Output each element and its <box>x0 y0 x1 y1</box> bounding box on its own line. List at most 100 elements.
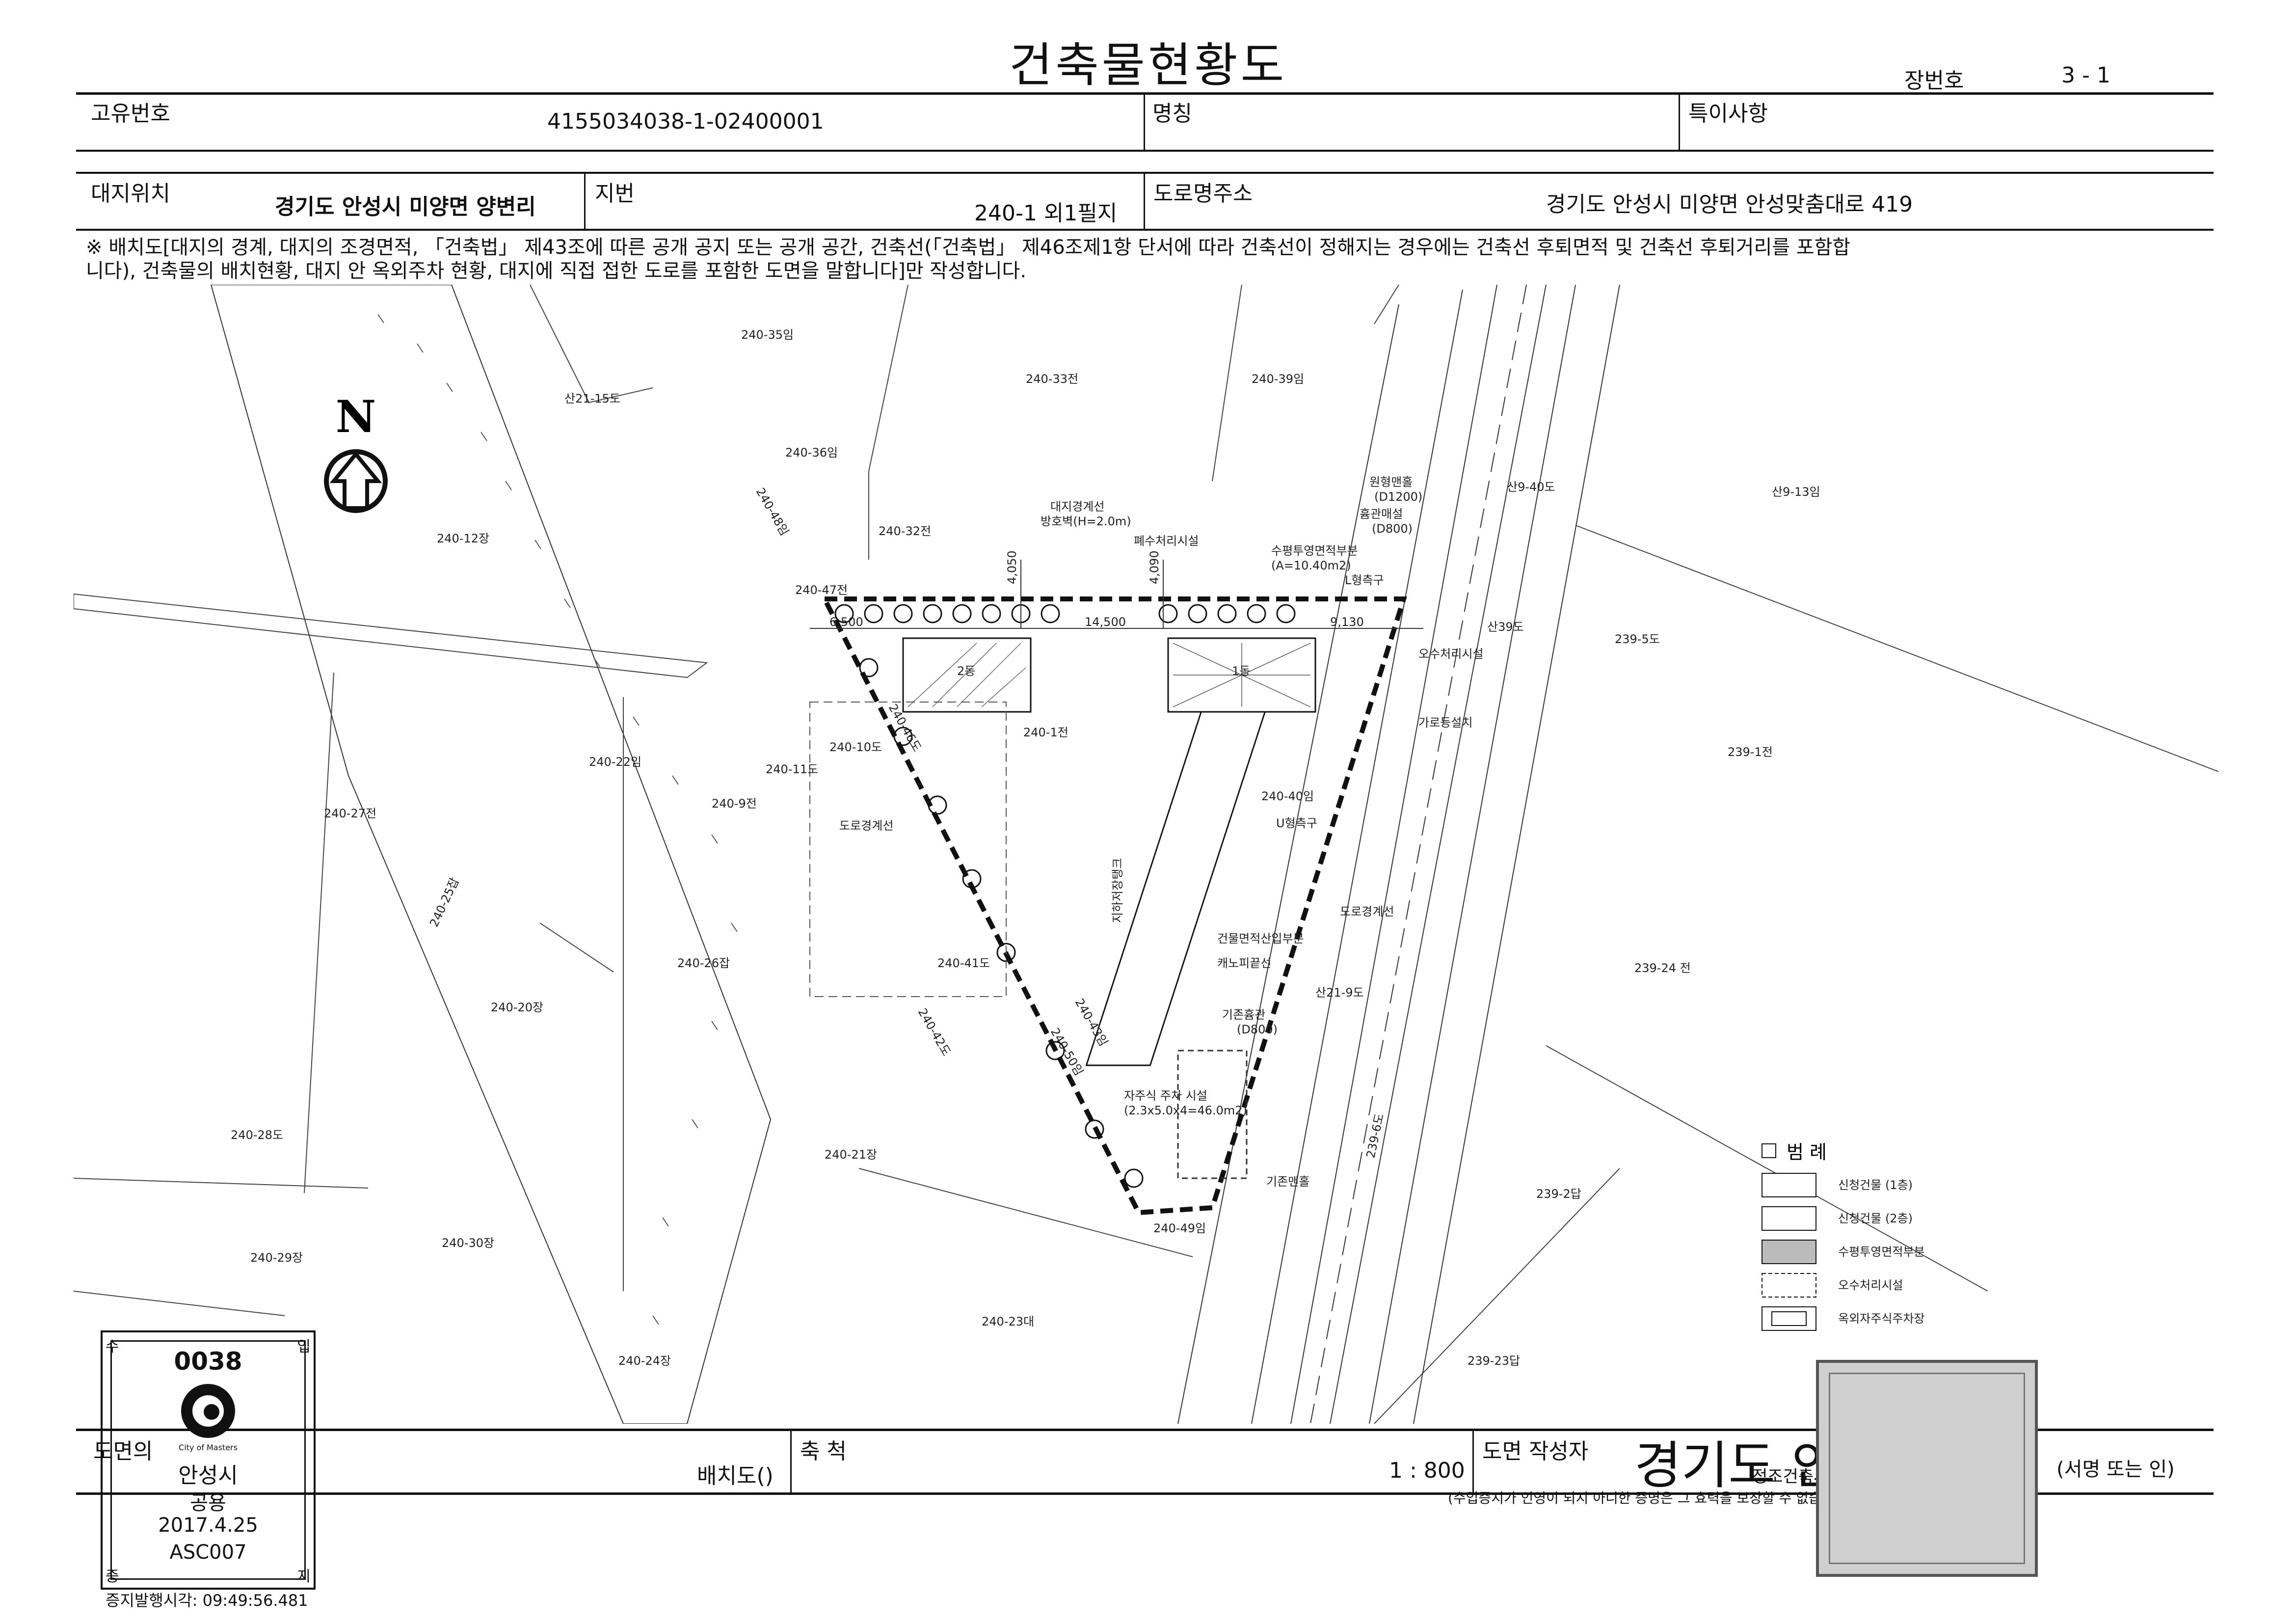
annotation-label: (D800) <box>1237 1023 1278 1036</box>
annotation-label: 수평투영면적부분 <box>1271 544 1358 558</box>
parcel-label: 240-20장 <box>491 1001 543 1014</box>
drawing-type-value: 배치도() <box>697 1463 774 1489</box>
dimension-label: 6,500 <box>829 615 863 629</box>
legend-label: 신청건물 (1층) <box>1838 1178 1913 1192</box>
city-logo-icon <box>181 1384 235 1438</box>
parcel-label: 239-1전 <box>1728 745 1773 759</box>
legend-item: 수평투영면적부분 <box>1762 1240 1925 1264</box>
parcel-label: 240-39임 <box>1252 372 1304 386</box>
stamp-corner: 증 <box>106 1568 119 1585</box>
legend: 범 례 신청건물 (1층) 신청건물 (2층) 수평투영면적부분 오수처리시설 … <box>1762 1141 1925 1331</box>
annotation-label: 자주식 주차 시설 <box>1124 1089 1207 1103</box>
legend-title: 범 례 <box>1787 1141 1827 1163</box>
parcel-label: 산21-9도 <box>1315 986 1364 1000</box>
parcel-label: 산39도 <box>1487 620 1524 634</box>
scale-value: 1 : 800 <box>1389 1458 1465 1483</box>
annotation-label: (D800) <box>1372 522 1413 536</box>
parcel-label: 240-10도 <box>829 740 882 754</box>
parcel-label: 240-48임 <box>753 486 792 538</box>
parcel-label: 239-2답 <box>1536 1187 1581 1201</box>
scale-label: 축 척 <box>800 1439 847 1464</box>
slope-hatching <box>377 314 738 1325</box>
road-centerline <box>1310 285 1527 1424</box>
parcel-label: 240-12장 <box>437 532 489 545</box>
official-seal-border <box>1829 1373 2025 1564</box>
legend-item: 옥외자주식주차장 <box>1762 1306 1925 1331</box>
sheet-number: 3 - 1 <box>2061 63 2110 88</box>
author-label: 도면 작성자 <box>1482 1439 1589 1464</box>
legend-label: 오수처리시설 <box>1838 1278 1903 1292</box>
special-label: 특이사항 <box>1688 101 1768 126</box>
issue-stamp: 수 입 증 지 0038 City of Masters 안성시 공용 2017… <box>101 1330 316 1590</box>
site-label: 대지위치 <box>91 181 170 206</box>
parcel-label: 240-22임 <box>589 755 641 769</box>
north-label: N <box>336 391 376 443</box>
legend-swatch <box>1762 1173 1816 1197</box>
parcel-label: 240-24장 <box>618 1354 671 1368</box>
parcel-label: 산21-15도 <box>564 392 620 406</box>
parcel-label: 240-30장 <box>442 1236 494 1250</box>
drawing-note-line1: ※ 배치도[대지의 경계, 대지의 조경면적, 「건축법」 제43조에 따른 공… <box>86 236 1851 259</box>
legend-label: 신청건물 (2층) <box>1838 1212 1913 1225</box>
annotation-label: (D1200) <box>1374 490 1422 504</box>
parcel-label: 240-29장 <box>250 1251 303 1265</box>
annotation-label: 캐노피끝선 <box>1217 956 1271 970</box>
rule <box>1144 172 1145 230</box>
legend-item: 오수처리시설 <box>1762 1273 1903 1298</box>
name-label: 명칭 <box>1152 101 1192 126</box>
parcel-label: 240-36임 <box>785 446 838 460</box>
road-corridor <box>1177 285 1620 1424</box>
stamp-purpose: 공용 <box>190 1492 226 1515</box>
stamp-corner: 지 <box>297 1568 311 1585</box>
annotation-label: 오수처리시설 <box>1418 647 1483 661</box>
parcel-label: 239-24 전 <box>1634 961 1691 975</box>
site-value: 경기도 안성시 미양면 양변리 <box>275 194 536 219</box>
rule <box>1472 1429 1474 1494</box>
rule <box>790 1429 792 1494</box>
parcel-label: 240-42도 <box>915 1006 954 1058</box>
legend-swatch <box>1762 1306 1816 1331</box>
rule <box>1144 92 1145 151</box>
annotation-label: 가로등설치 <box>1418 716 1472 730</box>
legend-label: 옥외자주식주차장 <box>1838 1312 1925 1326</box>
annotation-label: 원형맨홀 <box>1369 475 1413 489</box>
annotation-label: 방호벽(H=2.0m) <box>1041 514 1131 528</box>
road-value: 경기도 안성시 미양면 안성맞춤대로 419 <box>1546 192 1913 217</box>
legend-swatch <box>1762 1240 1816 1264</box>
annotation-label: 건물면적산입부분 <box>1217 932 1304 946</box>
dimension-label: 9,130 <box>1330 615 1364 629</box>
parcel-label: 239-5도 <box>1615 632 1660 646</box>
parcel-label: 240-25잡 <box>427 876 462 929</box>
annotation-label: (2.3x5.0x4=46.0m2) <box>1124 1104 1247 1117</box>
stamp-serial: 0038 <box>174 1347 242 1376</box>
parcel-label: 240-21장 <box>825 1148 877 1162</box>
official-seal <box>1816 1360 2038 1577</box>
parcel-label: 240-11도 <box>766 762 818 776</box>
parcel-label: 산9-13임 <box>1772 485 1820 499</box>
north-arrow-icon <box>324 449 388 513</box>
annotation-label: U형측구 <box>1276 816 1317 830</box>
legend-swatch <box>1762 1273 1816 1298</box>
annotation-label: (A=10.40m2) <box>1271 559 1351 572</box>
parcel-label: 240-27전 <box>324 807 376 820</box>
parcel-label: 240-50임 <box>1048 1026 1086 1078</box>
annotation-label: 지하저장탱크 <box>1111 858 1124 923</box>
annotation-label: 기존맨홀 <box>1266 1175 1309 1189</box>
parcel-label: 240-35임 <box>741 328 794 342</box>
drawing-note: ※ 배치도[대지의 경계, 대지의 조경면적, 「건축법」 제43조에 따른 공… <box>86 236 2211 283</box>
parcel-label: 239-6도 <box>1363 1112 1386 1160</box>
parcel-label: 240-49임 <box>1153 1221 1206 1235</box>
rule <box>584 172 586 230</box>
legend-swatch <box>1762 1206 1816 1231</box>
annotation-label: L형측구 <box>1345 573 1384 587</box>
stamp-code: ASC007 <box>169 1541 247 1564</box>
parcel-label: 240-33전 <box>1026 372 1078 386</box>
annotation-label: 대지경계선 <box>1050 500 1104 514</box>
annotation-label: 흄관매설 <box>1360 507 1403 521</box>
parcel-label: 240-23대 <box>982 1315 1034 1328</box>
parcel-label: 240-1전 <box>1023 726 1068 739</box>
stamp-date: 2017.4.25 <box>158 1514 258 1537</box>
parcel-label: 239-23답 <box>1468 1354 1520 1368</box>
lot-label: 지번 <box>595 181 635 206</box>
parcel-label: 240-32전 <box>879 524 931 538</box>
